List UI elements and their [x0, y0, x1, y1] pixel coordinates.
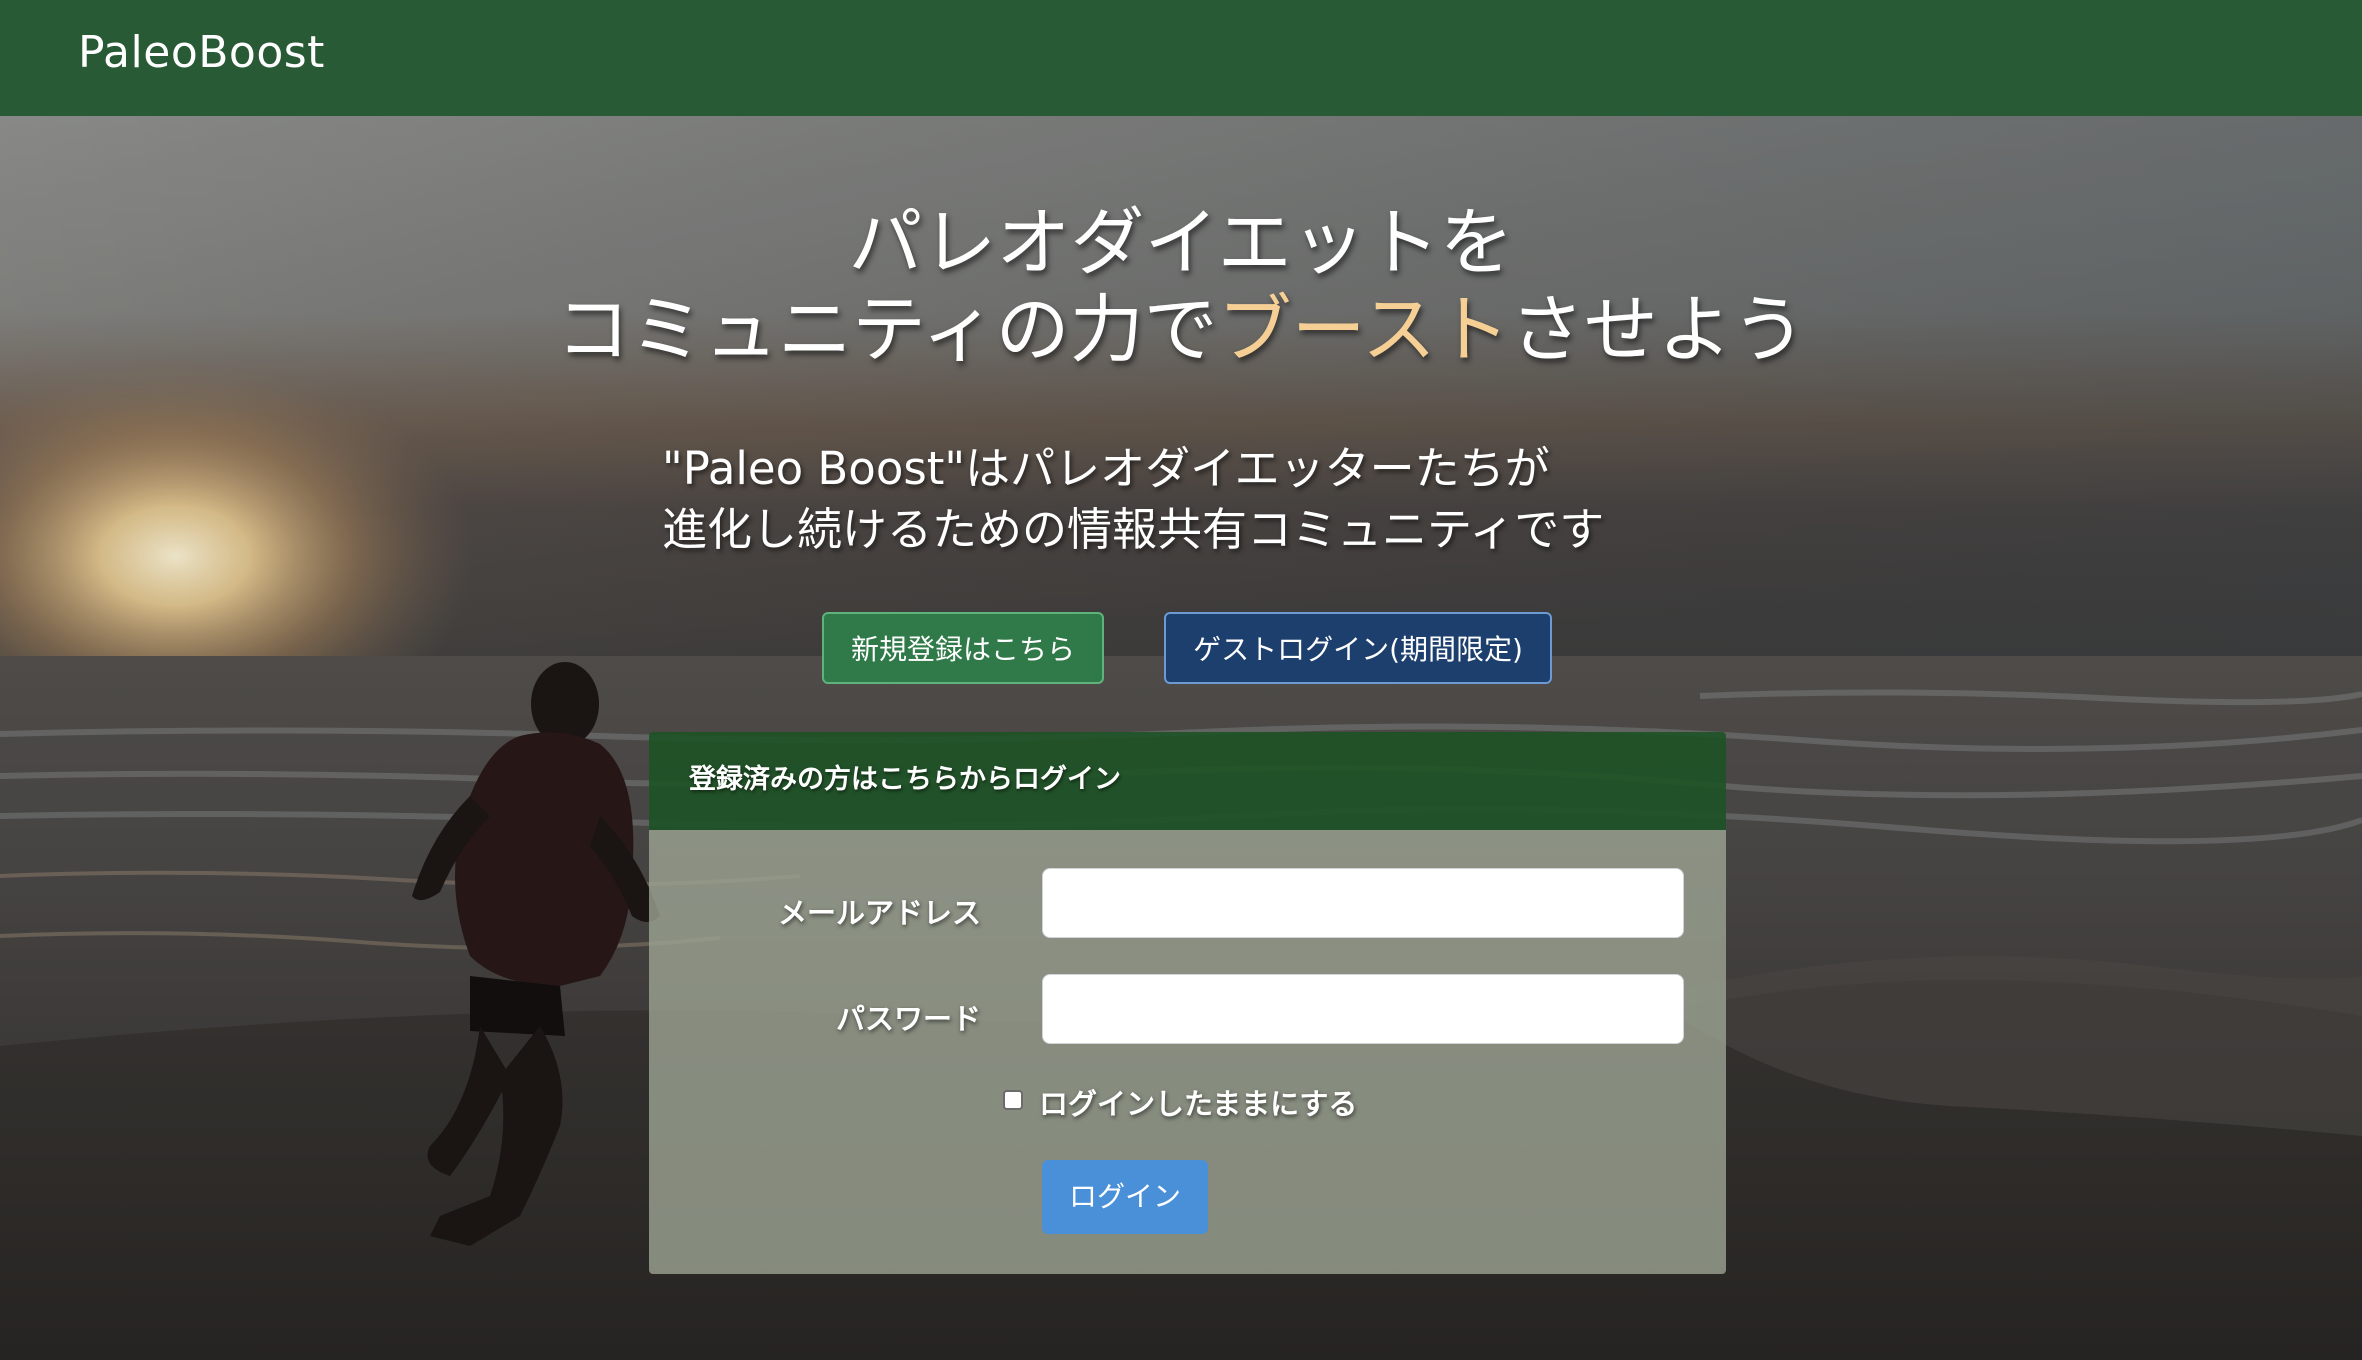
remember-me-checkbox[interactable]	[1003, 1090, 1023, 1110]
remember-me-label[interactable]: ログインしたままにする	[1039, 1081, 1357, 1123]
password-field[interactable]	[1042, 974, 1684, 1044]
hero-tagline: "Paleo Boost"はパレオダイエッターたちが 進化し続けるための情報共有…	[662, 438, 1762, 560]
headline-line-2-post: させよう	[1509, 287, 1806, 373]
signup-button[interactable]: 新規登録はこちら	[822, 612, 1104, 684]
hero-headline: パレオダイエットを コミュニティの力でブーストさせよう	[0, 200, 2362, 374]
tagline-line-2: 進化し続けるための情報共有コミュニティです	[662, 503, 1605, 556]
navbar: PaleoBoost	[0, 0, 2362, 116]
login-card-title: 登録済みの方はこちらからログイン	[689, 764, 1121, 795]
login-submit-button[interactable]: ログイン	[1042, 1160, 1208, 1234]
headline-line-1: パレオダイエットを	[848, 200, 1514, 286]
brand-logo[interactable]: PaleoBoost	[78, 24, 325, 82]
page: PaleoBoost パレオダイエットを コミュニティの力でブーストさせよう "…	[0, 0, 2362, 1360]
password-label: パスワード	[835, 1002, 981, 1036]
login-card: 登録済みの方はこちらからログイン メールアドレス パスワード ログインしたままに…	[649, 732, 1726, 1274]
tagline-line-1: "Paleo Boost"はパレオダイエッターたちが	[662, 442, 1550, 495]
login-form: メールアドレス パスワード ログインしたままにする ログイン	[649, 830, 1726, 1274]
guest-login-button[interactable]: ゲストログイン(期間限定)	[1164, 612, 1552, 684]
headline-accent: ブースト	[1217, 287, 1510, 373]
email-field[interactable]	[1042, 868, 1684, 938]
email-label: メールアドレス	[777, 896, 981, 930]
login-card-header: 登録済みの方はこちらからログイン	[649, 732, 1726, 830]
headline-line-2: コミュニティの力でブーストさせよう	[0, 287, 2362, 374]
headline-line-2-pre: コミュニティの力で	[556, 287, 1218, 373]
